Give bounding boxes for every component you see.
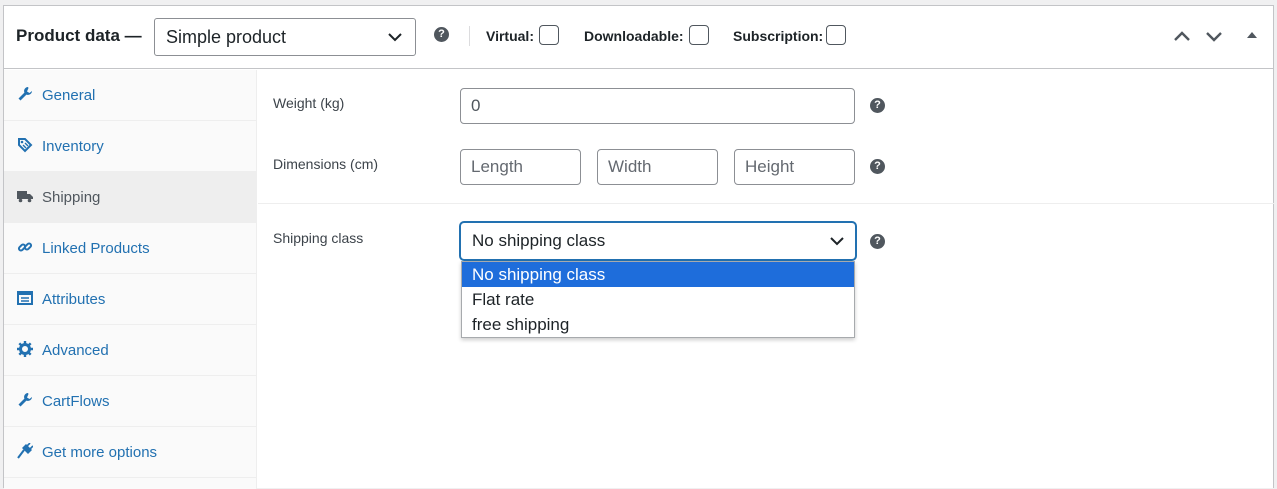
divider (469, 26, 470, 46)
tab-label: Advanced (42, 342, 109, 359)
move-up-icon[interactable] (1172, 26, 1192, 51)
tab-label: CartFlows (42, 393, 110, 410)
plug-icon (17, 442, 34, 459)
help-icon[interactable]: ? (434, 27, 449, 42)
downloadable-checkbox[interactable] (689, 25, 709, 45)
weight-label: Weight (kg) (273, 95, 345, 111)
tab-shipping[interactable]: Shipping (4, 172, 256, 223)
tab-label: Get more options (42, 444, 158, 461)
tab-get-more-options[interactable]: Get more options (4, 427, 256, 478)
shipping-class-select[interactable]: No shipping class (460, 222, 856, 260)
tab-advanced[interactable]: Advanced (4, 325, 256, 376)
length-input[interactable]: Length (460, 149, 581, 185)
virtual-label: Virtual: (486, 28, 534, 44)
tab-label: General (42, 87, 96, 104)
section-divider (258, 203, 1274, 204)
width-input[interactable]: Width (597, 149, 718, 185)
tab-label: Inventory (42, 138, 104, 155)
truck-icon (17, 188, 33, 204)
product-data-tabs: General Inventory Shipping Linked Produc… (4, 70, 257, 489)
wrench-icon (17, 86, 33, 102)
chevron-down-icon (387, 19, 403, 67)
downloadable-label: Downloadable: (584, 28, 684, 44)
list-icon (17, 290, 33, 306)
tab-general[interactable]: General (4, 70, 256, 121)
help-icon[interactable]: ? (870, 159, 885, 174)
move-down-icon[interactable] (1204, 26, 1224, 51)
shipping-class-option[interactable]: No shipping class (462, 262, 854, 287)
product-type-select[interactable]: Simple product (154, 18, 416, 56)
shipping-class-option[interactable]: Flat rate (462, 287, 854, 312)
shipping-class-label: Shipping class (273, 230, 364, 246)
panel-title: Product data — (16, 26, 142, 45)
tab-inventory[interactable]: Inventory (4, 121, 256, 172)
help-icon[interactable]: ? (870, 234, 885, 249)
shipping-class-value: No shipping class (472, 231, 606, 250)
tab-cartflows[interactable]: CartFlows (4, 376, 256, 427)
subscription-label: Subscription: (733, 28, 824, 44)
product-data-panel: Product data — Simple product ? Virtual:… (3, 5, 1274, 489)
subscription-checkbox[interactable] (826, 25, 846, 45)
shipping-class-option[interactable]: free shipping (462, 312, 854, 337)
virtual-checkbox[interactable] (539, 25, 559, 45)
product-type-value: Simple product (166, 27, 287, 47)
tab-label: Attributes (42, 291, 106, 308)
shipping-class-dropdown: No shipping class Flat rate free shippin… (461, 261, 855, 338)
link-icon (17, 239, 33, 255)
weight-input[interactable]: 0 (460, 88, 855, 124)
height-input[interactable]: Height (734, 149, 855, 185)
wrench-icon (17, 392, 33, 408)
tab-linked-products[interactable]: Linked Products (4, 223, 256, 274)
gear-icon (17, 341, 33, 357)
tab-label: Shipping (42, 189, 101, 206)
tab-label: Linked Products (42, 240, 150, 257)
help-icon[interactable]: ? (870, 98, 885, 113)
dimensions-label: Dimensions (cm) (273, 156, 379, 172)
tag-icon (17, 137, 33, 153)
panel-header: Product data — Simple product ? Virtual:… (4, 6, 1273, 69)
collapse-icon[interactable] (1246, 28, 1258, 46)
tab-attributes[interactable]: Attributes (4, 274, 256, 325)
